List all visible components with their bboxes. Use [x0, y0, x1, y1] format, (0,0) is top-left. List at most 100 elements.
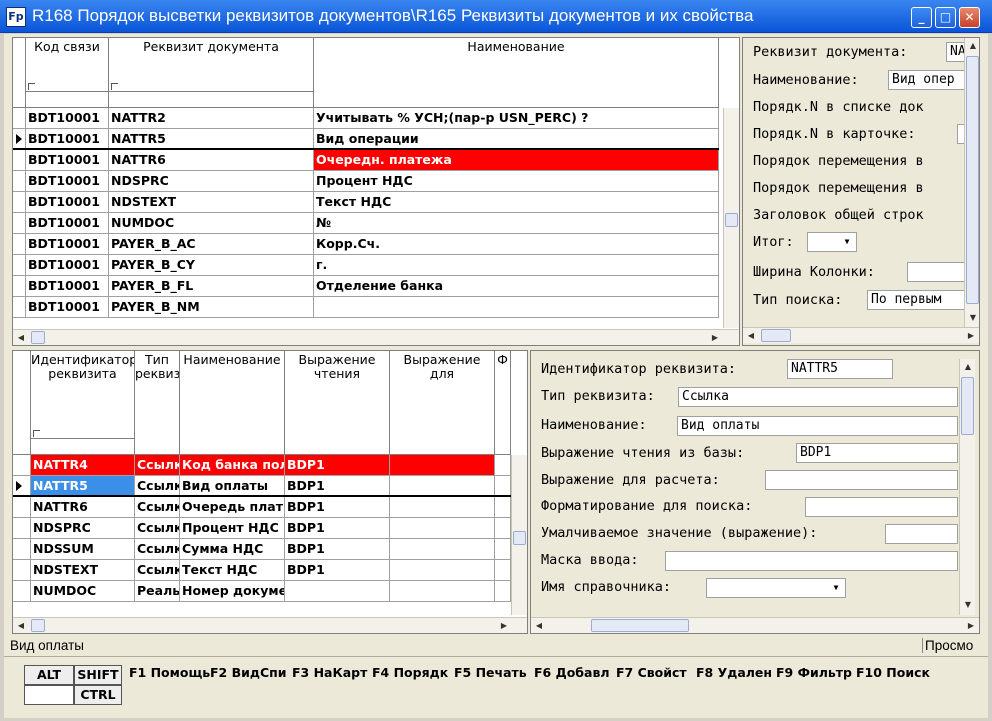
bottom-grid-vscroll[interactable]	[511, 455, 527, 615]
cell-name[interactable]: Номер докуме	[180, 581, 285, 601]
cell-name[interactable]: Текст НДС	[180, 560, 285, 580]
cell-attr[interactable]: PAYER_B_AC	[109, 234, 314, 254]
cell-expr[interactable]: BDP1	[285, 497, 390, 517]
table-row[interactable]: NDSSUMСсылкаСумма НДСBDP1	[13, 539, 511, 560]
scroll-thumb[interactable]	[761, 329, 791, 342]
cell-type[interactable]: Реальное	[135, 581, 180, 601]
scroll-left-icon[interactable]: ◀	[13, 330, 29, 345]
row-indicator[interactable]	[13, 476, 31, 495]
filter-code[interactable]	[26, 91, 108, 107]
close-button[interactable]: ✕	[959, 7, 980, 28]
cell-id[interactable]: NATTR6	[31, 497, 135, 517]
mod-key-empty[interactable]	[24, 685, 74, 705]
row-indicator[interactable]	[13, 213, 26, 233]
scroll-right-icon[interactable]: ▶	[963, 328, 979, 344]
filter-id[interactable]	[31, 438, 134, 454]
scroll-left-icon[interactable]: ◀	[531, 618, 547, 633]
cell-name[interactable]	[314, 297, 719, 317]
chevron-down-icon[interactable]: ▼	[839, 234, 855, 250]
cell-code[interactable]: BDT10001	[26, 171, 109, 191]
minimize-button[interactable]: _	[911, 7, 932, 28]
cell-name[interactable]: г.	[314, 255, 719, 275]
cell-name[interactable]: Очередн. платежа	[314, 150, 719, 170]
f8-delete-key[interactable]: F8 Удален	[696, 665, 772, 680]
bottom-grid-hscroll[interactable]: ◀ ▶	[13, 617, 527, 633]
cell-col4[interactable]	[390, 581, 495, 601]
table-row[interactable]: BDT10001 NDSTEXT Текст НДС	[13, 192, 719, 213]
table-row[interactable]: NDSPRCСсылкаПроцент НДСBDP1	[13, 518, 511, 539]
cell-name[interactable]: Вид операции	[314, 129, 719, 148]
shift-key[interactable]: SHIFT	[74, 665, 122, 685]
cell-code[interactable]: BDT10001	[26, 192, 109, 212]
col-header-name[interactable]: Наименование	[180, 351, 285, 455]
total-combo[interactable]: ▼	[807, 232, 857, 252]
cell-attr[interactable]: NDSPRC	[109, 171, 314, 191]
col-header-f[interactable]: Ф	[495, 351, 511, 455]
row-indicator[interactable]	[13, 455, 31, 475]
cell-col5[interactable]	[495, 497, 511, 517]
col-header-name[interactable]: Наименование	[314, 38, 719, 108]
row-indicator[interactable]	[13, 497, 31, 517]
cell-type[interactable]: Ссылка	[135, 455, 180, 475]
default-expr-field[interactable]	[885, 524, 958, 544]
scroll-thumb[interactable]	[31, 331, 45, 344]
table-row[interactable]: BDT10001 NATTR2 Учитывать % УСН;(пар-р USN…	[13, 108, 719, 129]
cell-name[interactable]: Учитывать % УСН;(пар-р USN_PERC) ?	[314, 108, 719, 128]
cell-col5[interactable]	[495, 560, 511, 580]
cell-attr[interactable]: NATTR5	[109, 129, 314, 148]
f5-print-key[interactable]: F5 Печать	[454, 665, 527, 680]
ctrl-key[interactable]: CTRL	[74, 685, 122, 705]
cell-id[interactable]: NDSPRC	[31, 518, 135, 538]
cell-expr[interactable]: BDP1	[285, 560, 390, 580]
cell-id[interactable]: NDSSUM	[31, 539, 135, 559]
cell-type[interactable]: Ссылка	[135, 539, 180, 559]
cell-expr[interactable]: BDP1	[285, 455, 390, 475]
table-row[interactable]: BDT10001 PAYER_B_NM	[13, 297, 719, 318]
cell-attr[interactable]: NDSTEXT	[109, 192, 314, 212]
cell-attr[interactable]: NATTR6	[109, 150, 314, 170]
cell-code[interactable]: BDT10001	[26, 129, 109, 148]
top-grid-vscroll[interactable]	[723, 108, 739, 328]
table-row[interactable]: BDT10001 NATTR5 Вид операции	[13, 129, 719, 150]
cell-type[interactable]: Ссылка	[135, 497, 180, 517]
f3-card-key[interactable]: F3 НаКарт	[292, 665, 367, 680]
ref-name-combo[interactable]: ▼	[706, 578, 846, 598]
row-indicator[interactable]	[13, 108, 26, 128]
cell-name[interactable]: №	[314, 213, 719, 233]
cell-code[interactable]: BDT10001	[26, 276, 109, 296]
scroll-thumb[interactable]	[591, 619, 689, 632]
search-type-field[interactable]: По первым	[867, 290, 977, 310]
cell-col5[interactable]	[495, 539, 511, 559]
row-indicator[interactable]	[13, 234, 26, 254]
f10-search-key[interactable]: F10 Поиск	[856, 665, 930, 680]
cell-attr[interactable]: PAYER_B_CY	[109, 255, 314, 275]
row-indicator[interactable]	[13, 129, 26, 148]
cell-col4[interactable]	[390, 476, 495, 495]
cell-col4[interactable]	[390, 539, 495, 559]
cell-expr[interactable]: BDP1	[285, 476, 390, 495]
cell-expr[interactable]: BDP1	[285, 518, 390, 538]
maximize-button[interactable]: □	[935, 7, 956, 28]
row-indicator[interactable]	[13, 518, 31, 538]
f9-filter-key[interactable]: F9 Фильтр	[776, 665, 852, 680]
top-form-vscroll[interactable]: ▲ ▼	[964, 38, 979, 327]
scroll-up-icon[interactable]: ▲	[965, 38, 979, 54]
alt-key[interactable]: ALT	[24, 665, 74, 685]
table-row[interactable]: BDT10001 NDSPRC Процент НДС	[13, 171, 719, 192]
f7-props-key[interactable]: F7 Свойст	[616, 665, 687, 680]
search-fmt-field[interactable]	[805, 497, 958, 517]
table-row[interactable]: NDSTEXTСсылкаТекст НДСBDP1	[13, 560, 511, 581]
chevron-down-icon[interactable]: ▼	[828, 580, 844, 596]
row-indicator[interactable]	[13, 297, 26, 317]
scroll-down-icon[interactable]: ▼	[960, 597, 976, 613]
scroll-thumb[interactable]	[513, 531, 526, 545]
cell-attr[interactable]: NUMDOC	[109, 213, 314, 233]
col-header-read-expr[interactable]: Выражение чтения	[285, 351, 390, 455]
table-row[interactable]: BDT10001 PAYER_B_FL Отделение банка	[13, 276, 719, 297]
cell-col5[interactable]	[495, 476, 511, 495]
row-indicator[interactable]	[13, 539, 31, 559]
scroll-right-icon[interactable]: ▶	[707, 330, 723, 345]
cell-type[interactable]: Ссылка	[135, 476, 180, 495]
calc-expr-field[interactable]	[765, 470, 958, 490]
cell-code[interactable]: BDT10001	[26, 297, 109, 317]
